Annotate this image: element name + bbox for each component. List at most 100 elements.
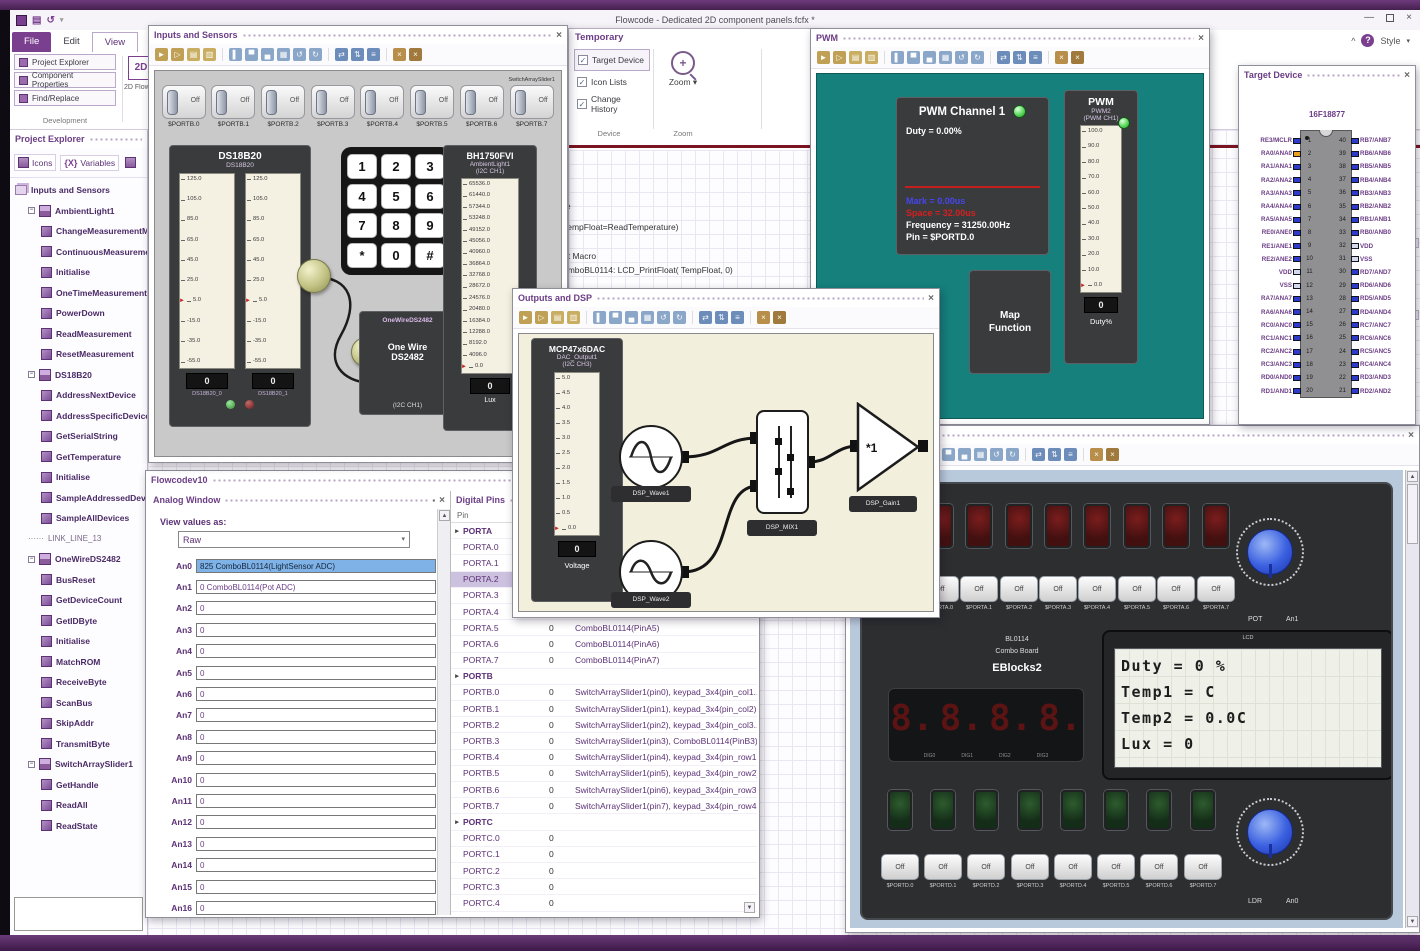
align-bottom-icon[interactable]: ▄: [958, 448, 971, 461]
tree-item-resetmeasurement[interactable]: ResetMeasurement: [10, 344, 147, 365]
close-icon[interactable]: ×: [1198, 33, 1204, 44]
tree-item-transmitbyte[interactable]: TransmitByte: [10, 734, 147, 755]
board-switch-portd-1[interactable]: Off: [924, 854, 962, 880]
align-top-icon[interactable]: ▀: [907, 51, 920, 64]
analog-value-field-an10[interactable]: 0: [196, 772, 436, 787]
checkbox-target-device[interactable]: ✓ Target Device: [574, 49, 650, 71]
properties-icon[interactable]: ≡: [1029, 51, 1042, 64]
analog-value-field-an16[interactable]: 0: [196, 900, 436, 915]
delete-icon[interactable]: ×: [1090, 448, 1103, 461]
align-bottom-icon[interactable]: ▄: [261, 48, 274, 61]
tree-item-powerdown[interactable]: PowerDown: [10, 303, 147, 324]
pot-knob[interactable]: [1236, 518, 1304, 586]
digital-pin-row-portc-0[interactable]: PORTC.0 0: [451, 831, 757, 847]
tree-item-getdevicecount[interactable]: GetDeviceCount: [10, 590, 147, 611]
rotate-ccw-icon[interactable]: ↺: [293, 48, 306, 61]
digital-pin-row-portb-4[interactable]: PORTB.4 0 SwitchArraySlider1(pin4), keypad…: [451, 750, 757, 766]
rotate-ccw-icon[interactable]: ↺: [657, 311, 670, 324]
tree-item-sampleaddresseddevice[interactable]: SampleAddressedDevice: [10, 488, 147, 509]
dsp-mixer-component[interactable]: [756, 410, 809, 514]
tab-edit[interactable]: Edit: [51, 32, 91, 52]
delete-icon[interactable]: ×: [393, 48, 406, 61]
project-explorer-button[interactable]: Project Explorer: [14, 54, 116, 70]
properties-icon[interactable]: ≡: [367, 48, 380, 61]
scroll-up-icon[interactable]: ▲: [1407, 471, 1418, 482]
tree-item-matchrom[interactable]: MatchROM: [10, 652, 147, 673]
digital-pin-row-portb-2[interactable]: PORTB.2 0 SwitchArraySlider1(pin2), keypad…: [451, 717, 757, 734]
board-switch-porta-5[interactable]: Off: [1118, 576, 1156, 602]
switch-portb-4[interactable]: Off: [360, 85, 405, 119]
analog-value-field-an7[interactable]: 0: [196, 708, 436, 723]
tree-item-ambientlight1[interactable]: − AmbientLight1: [10, 201, 147, 222]
tree-item-initialise[interactable]: Initialise: [10, 631, 147, 652]
distribute-icon[interactable]: ▦: [277, 48, 290, 61]
delete-all-icon[interactable]: ×: [409, 48, 422, 61]
distribute-icon[interactable]: ▦: [641, 311, 654, 324]
board-scrollbar[interactable]: ▲ ▼: [1405, 470, 1419, 928]
tree-item-initialise[interactable]: Initialise: [10, 262, 147, 283]
checkbox-change-history[interactable]: ✓ Change History: [574, 93, 650, 115]
analog-value-field-an5[interactable]: 0: [196, 665, 436, 680]
analog-value-field-an3[interactable]: 0: [196, 622, 436, 637]
outputs-panel-canvas[interactable]: MCP47x6DAC DAC_Output1 (I2C CH3) 5.0 4.5 4…: [518, 333, 934, 612]
keypad-key-5[interactable]: 5: [381, 183, 411, 209]
tree-item-inputs-and-sensors[interactable]: Inputs and Sensors: [10, 180, 147, 201]
keypad-key-9[interactable]: 9: [415, 213, 445, 238]
tree-item-scanbus[interactable]: ScanBus: [10, 693, 147, 714]
board-switch-porta-4[interactable]: Off: [1078, 576, 1116, 602]
align-bottom-icon[interactable]: ▄: [923, 51, 936, 64]
analog-value-field-an11[interactable]: 0: [196, 793, 436, 808]
align-top-icon[interactable]: ▀: [245, 48, 258, 61]
board-switch-porta-2[interactable]: Off: [1000, 576, 1038, 602]
analog-value-field-an13[interactable]: 0: [196, 836, 436, 851]
analog-value-field-an2[interactable]: 0: [196, 601, 436, 616]
view-mode-select[interactable]: Raw ▾: [178, 531, 410, 548]
analog-scrollbar[interactable]: ▲: [437, 509, 450, 915]
flip-horizontal-icon[interactable]: ⇄: [335, 48, 348, 61]
align-top-icon[interactable]: ▀: [942, 448, 955, 461]
globals-icon[interactable]: [125, 157, 137, 168]
delete-all-icon[interactable]: ×: [1106, 448, 1119, 461]
analog-value-field-an8[interactable]: 0: [196, 729, 436, 744]
tab-icons[interactable]: Icons: [14, 154, 57, 171]
flowchart-grid[interactable]: re TempFloat=ReadTemperature) nt Macro ombo…: [569, 150, 811, 289]
map-function-block[interactable]: Map Function: [969, 270, 1051, 374]
tree-item-receivebyte[interactable]: ReceiveByte: [10, 672, 147, 693]
analog-value-field-an4[interactable]: 0: [196, 644, 436, 659]
analog-value-field-an9[interactable]: 0: [196, 751, 436, 766]
align-top-icon[interactable]: ▀: [609, 311, 622, 324]
copy-icon[interactable]: ▤: [187, 48, 200, 61]
pan-icon[interactable]: ▷: [171, 48, 184, 61]
board-switch-porta-3[interactable]: Off: [1039, 576, 1077, 602]
delete-icon[interactable]: ×: [757, 311, 770, 324]
paste-icon[interactable]: ▥: [865, 51, 878, 64]
align-left-icon[interactable]: ▌: [229, 48, 242, 61]
digital-pin-row-portc-5[interactable]: PORTC.50: [451, 912, 757, 914]
zoom-button[interactable]: + Zoom ▾: [657, 51, 709, 88]
maximize-button[interactable]: [1386, 14, 1395, 22]
select-icon[interactable]: ►: [155, 48, 168, 61]
tree-item-busreset[interactable]: BusReset: [10, 570, 147, 591]
close-button[interactable]: ×: [1406, 12, 1412, 23]
flip-vertical-icon[interactable]: ⇅: [351, 48, 364, 61]
keypad-key-4[interactable]: 4: [347, 183, 377, 209]
tree-item-addressspecificdevice[interactable]: AddressSpecificDevice: [10, 406, 147, 427]
digital-pin-row-portb[interactable]: ▸ PORTB: [451, 669, 757, 685]
rotate-cw-icon[interactable]: ↻: [1006, 448, 1019, 461]
align-bottom-icon[interactable]: ▄: [625, 311, 638, 324]
flip-vertical-icon[interactable]: ⇅: [1048, 448, 1061, 461]
expand-icon[interactable]: ▸: [451, 527, 463, 535]
tab-file[interactable]: File: [12, 32, 52, 52]
close-icon[interactable]: ×: [556, 30, 562, 41]
digital-pin-row-portb-1[interactable]: PORTB.1 0 SwitchArraySlider1(pin1), keypad…: [451, 701, 757, 718]
digital-pin-row-portc[interactable]: ▸ PORTC: [451, 814, 757, 831]
close-icon[interactable]: ×: [1408, 430, 1414, 441]
copy-icon[interactable]: ▤: [551, 311, 564, 324]
tree-item-getserialstring[interactable]: GetSerialString: [10, 426, 147, 447]
pan-icon[interactable]: ▷: [833, 51, 846, 64]
board-switch-porta-1[interactable]: Off: [960, 576, 998, 602]
flip-horizontal-icon[interactable]: ⇄: [699, 311, 712, 324]
analog-value-field-an0[interactable]: 825 ComboBL0114(LightSensor ADC): [196, 558, 436, 573]
delete-all-icon[interactable]: ×: [1071, 51, 1084, 64]
keypad-key-8[interactable]: 8: [381, 213, 411, 238]
